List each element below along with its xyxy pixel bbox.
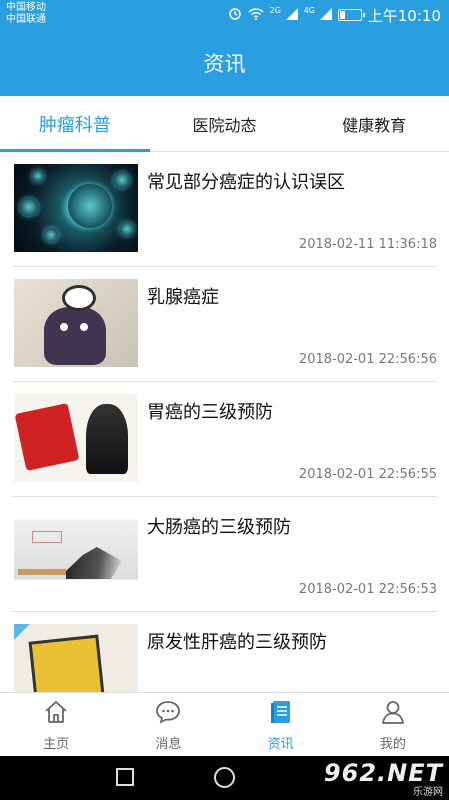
- news-thumbnail: [14, 624, 138, 692]
- news-thumbnail: [14, 279, 138, 367]
- home-button[interactable]: [214, 767, 235, 788]
- signal-label-2: 4G: [303, 6, 315, 15]
- status-time: 上午10:10: [367, 6, 441, 25]
- nav-messages[interactable]: 消息: [112, 693, 224, 756]
- page-title: 资讯: [0, 30, 449, 96]
- list-item[interactable]: 常见部分癌症的认识误区 2018-02-11 11:36:18: [12, 152, 437, 267]
- nav-profile-label: 我的: [379, 736, 406, 752]
- signal-icon-1: 2G: [270, 6, 298, 24]
- document-icon: [267, 698, 295, 730]
- nav-messages-label: 消息: [155, 736, 182, 752]
- nav-profile[interactable]: 我的: [337, 693, 449, 756]
- nav-news-label: 资讯: [267, 736, 294, 752]
- tab-health-education[interactable]: 健康教育: [299, 96, 449, 151]
- battery-icon: [337, 9, 365, 21]
- carrier-info: 中国移动 中国联通: [6, 2, 46, 26]
- bottom-nav: 主页 消息 资讯 我的: [0, 692, 449, 756]
- status-bar: 中国移动 中国联通 2G 4G 上午10:10: [0, 0, 449, 30]
- news-thumbnail: [14, 509, 138, 597]
- chat-icon: [154, 698, 182, 730]
- list-item[interactable]: 大肠癌的三级预防 2018-02-01 22:56:53: [12, 497, 437, 612]
- list-item[interactable]: 乳腺癌症 2018-02-01 22:56:56: [12, 267, 437, 382]
- news-title: 常见部分癌症的认识误区: [147, 172, 345, 193]
- list-item[interactable]: 胃癌的三级预防 2018-02-01 22:56:55: [12, 382, 437, 497]
- watermark-subtext: 乐游网: [413, 786, 443, 798]
- tab-tumor-science[interactable]: 肿瘤科普: [0, 96, 150, 152]
- news-title: 大肠癌的三级预防: [147, 517, 291, 538]
- alarm-icon: [228, 6, 242, 24]
- news-title: 乳腺癌症: [147, 287, 219, 308]
- news-time: 2018-02-01 22:56:56: [298, 352, 437, 367]
- news-title: 原发性肝癌的三级预防: [147, 632, 327, 653]
- status-icons: 2G 4G 上午10:10: [228, 5, 441, 25]
- nav-news[interactable]: 资讯: [225, 693, 337, 756]
- wifi-icon: [248, 6, 264, 24]
- system-nav-bar: 962.NET 乐游网: [0, 756, 449, 800]
- home-icon: [42, 698, 70, 730]
- tab-hospital-news[interactable]: 医院动态: [150, 96, 300, 151]
- news-title: 胃癌的三级预防: [147, 402, 273, 423]
- person-icon: [379, 698, 407, 730]
- news-time: 2018-02-01 22:56:53: [298, 582, 437, 597]
- carrier-2: 中国联通: [6, 14, 46, 25]
- news-time: 2018-02-11 11:36:18: [298, 237, 437, 252]
- nav-home-label: 主页: [43, 736, 70, 752]
- signal-icon-2: 4G: [304, 6, 332, 24]
- news-thumbnail: [14, 164, 138, 252]
- tab-bar: 肿瘤科普 医院动态 健康教育: [0, 96, 449, 152]
- recents-button[interactable]: [116, 768, 134, 786]
- news-thumbnail: [14, 394, 138, 482]
- nav-home[interactable]: 主页: [0, 693, 112, 756]
- list-item[interactable]: 原发性肝癌的三级预防: [12, 612, 437, 692]
- watermark-logo: 962.NET 乐游网: [324, 758, 443, 798]
- news-list: 常见部分癌症的认识误区 2018-02-11 11:36:18 乳腺癌症 201…: [0, 152, 449, 692]
- news-time: 2018-02-01 22:56:55: [298, 467, 437, 482]
- carrier-1: 中国移动: [6, 2, 46, 13]
- signal-label-1: 2G: [269, 6, 281, 15]
